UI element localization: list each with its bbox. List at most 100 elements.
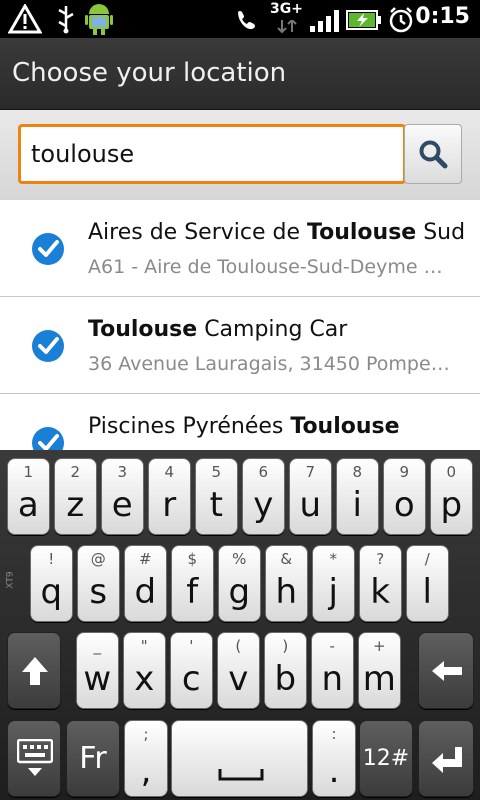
- key-hint: 4: [164, 463, 175, 481]
- key-z[interactable]: 2z: [54, 458, 97, 535]
- alarm-icon: [389, 7, 413, 33]
- key-hint: *: [329, 550, 338, 568]
- key-label: x: [134, 659, 155, 699]
- key-hint: 0: [446, 463, 457, 481]
- key-g[interactable]: % g: [218, 545, 261, 622]
- key-p[interactable]: 0p: [430, 458, 473, 535]
- key-hint: ?: [376, 550, 385, 568]
- key-o[interactable]: 9o: [383, 458, 426, 535]
- key-label: l: [422, 572, 432, 612]
- key-label: h: [275, 572, 298, 612]
- key-h[interactable]: & h: [265, 545, 308, 622]
- key-hint: #: [138, 550, 152, 568]
- key-v[interactable]: (v: [217, 632, 260, 709]
- key-label: j: [328, 572, 338, 612]
- key-c[interactable]: ' c: [170, 632, 213, 709]
- key-hint: $: [187, 550, 198, 568]
- key-label: w: [83, 659, 112, 699]
- warning-icon: [8, 4, 42, 34]
- search-button[interactable]: [404, 124, 462, 184]
- key-label: u: [299, 485, 322, 525]
- key-label: k: [370, 572, 391, 612]
- key-hint: +: [372, 637, 386, 655]
- key-hint: !: [48, 550, 55, 568]
- key-l[interactable]: / l: [406, 545, 449, 622]
- list-item[interactable]: Aires de Service de Toulouse Sud A61 - A…: [0, 200, 480, 297]
- key-n[interactable]: -n: [311, 632, 354, 709]
- shift-key[interactable]: [7, 632, 61, 709]
- shift-icon: [22, 657, 48, 685]
- key-label: t: [209, 485, 223, 525]
- key-m[interactable]: + m: [358, 632, 401, 709]
- key-i[interactable]: 8i: [336, 458, 379, 535]
- key-x[interactable]: " x: [123, 632, 166, 709]
- key-label: b: [274, 659, 297, 699]
- location-name: Aires de Service de Toulouse Sud: [88, 220, 466, 245]
- key-u[interactable]: 7u: [289, 458, 332, 535]
- location-name: Toulouse Camping Car: [88, 317, 348, 342]
- space-key[interactable]: [171, 720, 308, 797]
- location-name: Piscines Pyrénées Toulouse: [88, 414, 400, 439]
- key-label: d: [134, 572, 157, 612]
- period-key[interactable]: : .: [312, 720, 356, 797]
- key-b[interactable]: ) b: [264, 632, 307, 709]
- numbers-key[interactable]: 12#: [359, 720, 413, 797]
- backspace-key[interactable]: [418, 632, 474, 709]
- key-label: e: [111, 485, 133, 525]
- comma-key[interactable]: ; ,: [124, 720, 168, 797]
- key-hint: _: [93, 637, 102, 655]
- key-label: y: [253, 485, 274, 525]
- key-hint: 9: [399, 463, 410, 481]
- key-t[interactable]: 5t: [195, 458, 238, 535]
- key-label: f: [186, 572, 199, 612]
- search-input[interactable]: [18, 124, 406, 184]
- key-f[interactable]: $ f: [171, 545, 214, 622]
- key-label: g: [228, 572, 251, 612]
- key-hint: 3: [117, 463, 128, 481]
- status-bar: 3G+ 0:15: [0, 0, 480, 38]
- key-d[interactable]: # d: [124, 545, 167, 622]
- network-type: 3G+: [270, 1, 303, 17]
- key-r[interactable]: 4r: [148, 458, 191, 535]
- list-item[interactable]: Toulouse Camping Car 36 Avenue Lauragais…: [0, 297, 480, 394]
- key-label: v: [228, 659, 249, 699]
- checkmark-icon: [32, 233, 64, 265]
- network-3g-icon: [277, 20, 297, 34]
- location-address: 36 Avenue Lauragais, 31450 Pomper...: [88, 353, 450, 375]
- language-key[interactable]: Fr: [66, 720, 120, 797]
- clock: 0:15: [415, 4, 470, 29]
- key-label: r: [162, 485, 177, 525]
- key-s[interactable]: @ s: [77, 545, 120, 622]
- key-hint: 2: [70, 463, 81, 481]
- key-hint: 8: [352, 463, 363, 481]
- key-hint: 7: [305, 463, 316, 481]
- key-hint: ": [140, 637, 148, 655]
- search-icon: [419, 140, 448, 169]
- key-label: a: [17, 485, 39, 525]
- battery-charging-icon: [346, 10, 381, 30]
- key-hint: /: [424, 550, 430, 568]
- key-w[interactable]: _ w: [76, 632, 119, 709]
- enter-key[interactable]: [418, 720, 474, 797]
- usb-icon: [58, 6, 74, 34]
- key-y[interactable]: 6y: [242, 458, 285, 535]
- key-label: q: [40, 572, 63, 612]
- space-bar-icon: [218, 769, 264, 781]
- title-bar: Choose your location: [0, 38, 480, 110]
- key-k[interactable]: ? k: [359, 545, 402, 622]
- list-item[interactable]: Piscines Pyrénées Toulouse: [0, 394, 480, 450]
- key-e[interactable]: 3e: [101, 458, 144, 535]
- key-hint: @: [90, 550, 106, 568]
- key-a[interactable]: 1a: [7, 458, 50, 535]
- signal-icon: [310, 10, 339, 32]
- key-label: i: [352, 485, 362, 525]
- xt9-label: XT9: [5, 571, 16, 589]
- enter-icon: [432, 747, 462, 773]
- android-icon: [85, 4, 113, 35]
- key-q[interactable]: ! q: [30, 545, 73, 622]
- key-j[interactable]: * j: [312, 545, 355, 622]
- key-hint: 6: [258, 463, 269, 481]
- key-label: z: [66, 485, 85, 525]
- key-label: o: [393, 485, 415, 525]
- keyboard-hide-key[interactable]: [7, 720, 61, 797]
